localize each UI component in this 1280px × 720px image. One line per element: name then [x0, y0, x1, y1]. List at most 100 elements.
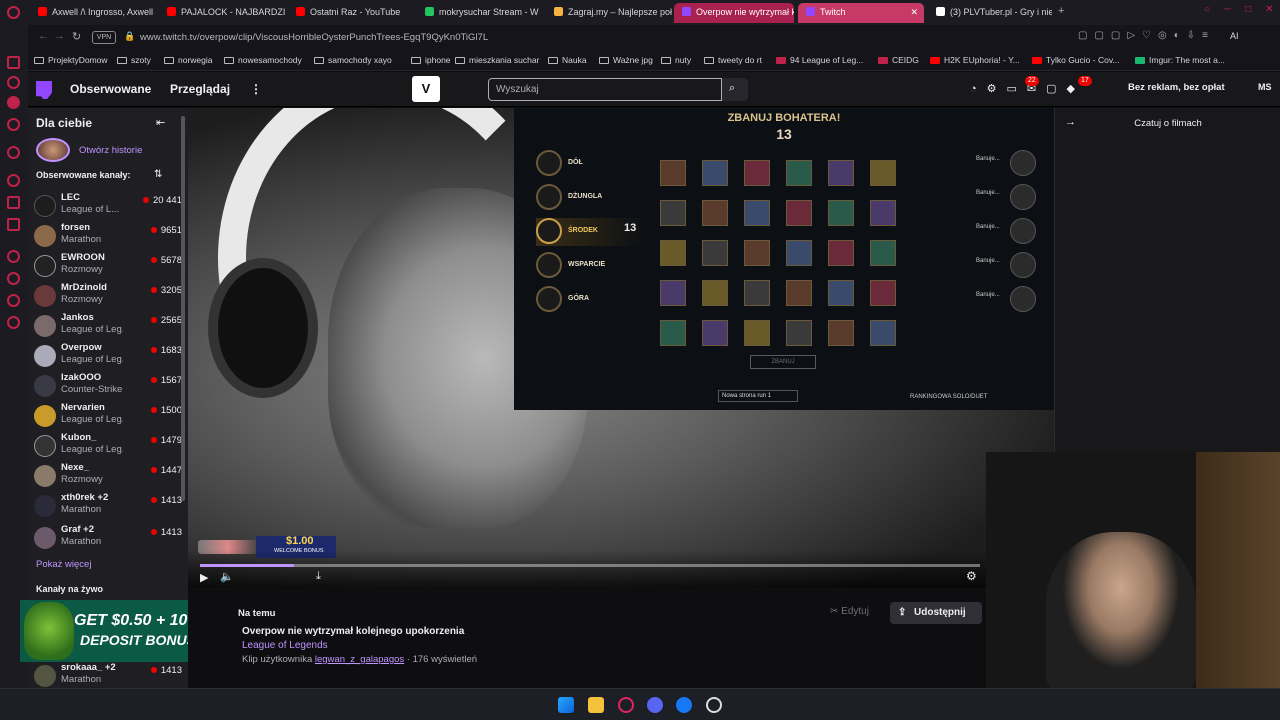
tab-6[interactable]: Twitch ✕ [798, 3, 924, 23]
bookmark-item[interactable]: nowesamochody [224, 55, 302, 65]
bookmark-item[interactable]: CEIDG [878, 55, 919, 65]
sidebar-channel[interactable]: xth0rek +2 Marathon 1413 [34, 492, 184, 520]
chatgpt-icon[interactable] [7, 174, 20, 187]
facebook-icon[interactable] [676, 697, 692, 713]
opera-icon[interactable] [618, 697, 634, 713]
avatar [34, 195, 56, 217]
toolbar-icons[interactable]: ▢▢▢▷♡◎◐⇩≡ [1078, 30, 1215, 41]
folder-icon [455, 57, 465, 64]
champion-tile [702, 200, 728, 226]
bookmark-item[interactable]: 94 League of Leg... [776, 55, 863, 65]
nav-browse[interactable]: Przeglądaj [170, 82, 230, 96]
sidebar-channel[interactable]: Overpow League of Leg... 1683 [34, 342, 184, 370]
kick-icon [425, 7, 434, 16]
reload-icon[interactable]: ↻ [72, 30, 81, 43]
open-stories-link[interactable]: Otwórz historie [79, 145, 142, 156]
seek-bar[interactable] [200, 564, 980, 567]
bookmark-item[interactable]: nuty [661, 55, 691, 65]
forward-icon[interactable]: → [54, 30, 65, 42]
sidebar-channel[interactable]: Jankos League of Leg... 2565 [34, 312, 184, 340]
cube-icon[interactable] [7, 294, 20, 307]
tab-4[interactable]: Zagraj.my – Najlepsze poł [546, 3, 672, 23]
bookmark-item[interactable]: Nauka [548, 55, 587, 65]
bookmark-item[interactable]: szoty [117, 55, 151, 65]
tab-1[interactable]: PAJALOCK - NAJBARDZIEJ [159, 3, 285, 23]
nav-following[interactable]: Obserwowane [70, 82, 151, 96]
back-icon[interactable]: ← [38, 30, 49, 42]
settings-icon[interactable] [7, 316, 20, 329]
bookmark-item[interactable]: Tylko Gucio - Cov... [1032, 55, 1120, 65]
discord-icon[interactable] [647, 697, 663, 713]
sidebar-channel[interactable]: LEC League of L... 20 441 [34, 192, 184, 220]
file-explorer-icon[interactable] [588, 697, 604, 713]
messenger-icon[interactable] [7, 56, 20, 69]
bookmarks-icon[interactable] [7, 118, 20, 131]
sidebar-channel[interactable]: Kubon_ League of Leg... 1479 [34, 432, 184, 460]
viewer-count: 1413 [150, 665, 182, 676]
sidebar-scrollbar[interactable] [181, 116, 185, 501]
volume-icon[interactable]: 🔈 [220, 570, 234, 583]
new-tab-icon[interactable]: + [1058, 5, 1064, 17]
clipper-link[interactable]: legwan_z_galapagos [315, 654, 404, 665]
edit-button[interactable]: ✂ Edytuj [830, 606, 869, 617]
sidebar-channel[interactable]: EWROON Rozmowy 5678 [34, 252, 184, 280]
ai-icon[interactable]: AI [1230, 31, 1239, 41]
share-button[interactable]: ⇪ Udostępnij [890, 602, 982, 624]
search-input[interactable]: Wyszukaj [488, 78, 722, 101]
bookmark-item[interactable]: mieszkania suchar [455, 55, 539, 65]
bookmark-item[interactable]: norwegia [164, 55, 213, 65]
app-icon[interactable] [706, 697, 722, 713]
turbo-button[interactable]: Bez reklam, bez opłat [1128, 82, 1225, 93]
clip-game-link[interactable]: League of Legends [242, 640, 328, 651]
x-icon[interactable] [7, 218, 20, 231]
bookmark-item[interactable]: samochody xayo [314, 55, 392, 65]
zagraj-icon [554, 7, 563, 16]
settings-icon[interactable]: ⚙ [966, 569, 977, 583]
heart-icon[interactable] [7, 272, 20, 285]
bookmark-item[interactable]: iphone [411, 55, 451, 65]
shelf-graphic [1196, 452, 1280, 688]
downloads-icon[interactable] [7, 146, 20, 159]
collapse-sidebar-icon[interactable]: ⇤ [156, 116, 165, 129]
vpn-badge[interactable]: VPN [92, 31, 116, 44]
opera-logo-icon[interactable] [7, 6, 20, 19]
start-icon[interactable] [558, 697, 574, 713]
sidebar-channel[interactable]: Nexe_ Rozmowy 1447 [34, 462, 184, 490]
twitch-logo-icon[interactable] [36, 81, 52, 99]
more-menu-icon[interactable]: ⋮ [250, 82, 262, 96]
tab-2[interactable]: Ostatni Raz - YouTube [288, 3, 414, 23]
avatar [34, 665, 56, 687]
url-input[interactable]: www.twitch.tv/overpow/clip/ViscousHorrib… [140, 32, 488, 43]
sidebar-channel[interactable]: Graf +2 Marathon 1413 [34, 524, 184, 552]
bookmark-item[interactable]: H2K EUphoria! - Y... [930, 55, 1020, 65]
tab-7[interactable]: (3) PLVTuber.pl - Gry i nie [928, 3, 1052, 23]
download-icon[interactable]: ⤓ [316, 570, 321, 583]
sidebar-channel[interactable]: MrDzinold Rozmowy 3205 [34, 282, 184, 310]
history-icon[interactable] [7, 76, 20, 89]
close-tab-icon[interactable]: ✕ [910, 3, 918, 22]
bookmark-item[interactable]: Imgur: The most a... [1135, 55, 1225, 65]
sidebar-channel[interactable]: IzakOOO Counter-Strike 1567 [34, 372, 184, 400]
sort-icon[interactable]: ⇅ [154, 169, 162, 180]
play-icon[interactable]: ▶ [200, 571, 208, 584]
twitch-icon[interactable] [7, 196, 20, 209]
clock-icon[interactable] [7, 250, 20, 263]
bookmark-item[interactable]: tweety do rt [704, 55, 762, 65]
avatar[interactable]: MS [1258, 82, 1272, 92]
notification-badge: 22 [1025, 76, 1039, 86]
tab-5[interactable]: Overpow nie wytrzymał k [674, 3, 794, 23]
tab-3[interactable]: mokrysuchar Stream - W [417, 3, 543, 23]
show-more-link[interactable]: Pokaż więcej [36, 559, 91, 570]
sidebar-channel[interactable]: srokaaa_ +2 Marathon 1413 [34, 662, 184, 690]
bookmark-item[interactable]: ProjektyDomow [34, 55, 108, 65]
video-player[interactable]: ZBANUJ BOHATERA! 13 DÓŁ DŻUNGLA ŚRODEK 13… [188, 108, 1054, 588]
story-avatar[interactable] [36, 138, 70, 162]
search-button[interactable]: ⌕ [722, 78, 748, 101]
sidebar-channel[interactable]: forsen Marathon 9651 [34, 222, 184, 250]
youtube-icon[interactable] [7, 96, 20, 109]
sidebar-channel[interactable]: Nervarien League of Leg... 1500 [34, 402, 184, 430]
tab-0[interactable]: Axwell /\ Ingrosso, Axwell [30, 3, 156, 23]
extension-logo[interactable]: V [412, 76, 440, 102]
bookmark-item[interactable]: Ważne jpg [599, 55, 653, 65]
window-controls[interactable]: ○─□✕ [1204, 4, 1280, 15]
